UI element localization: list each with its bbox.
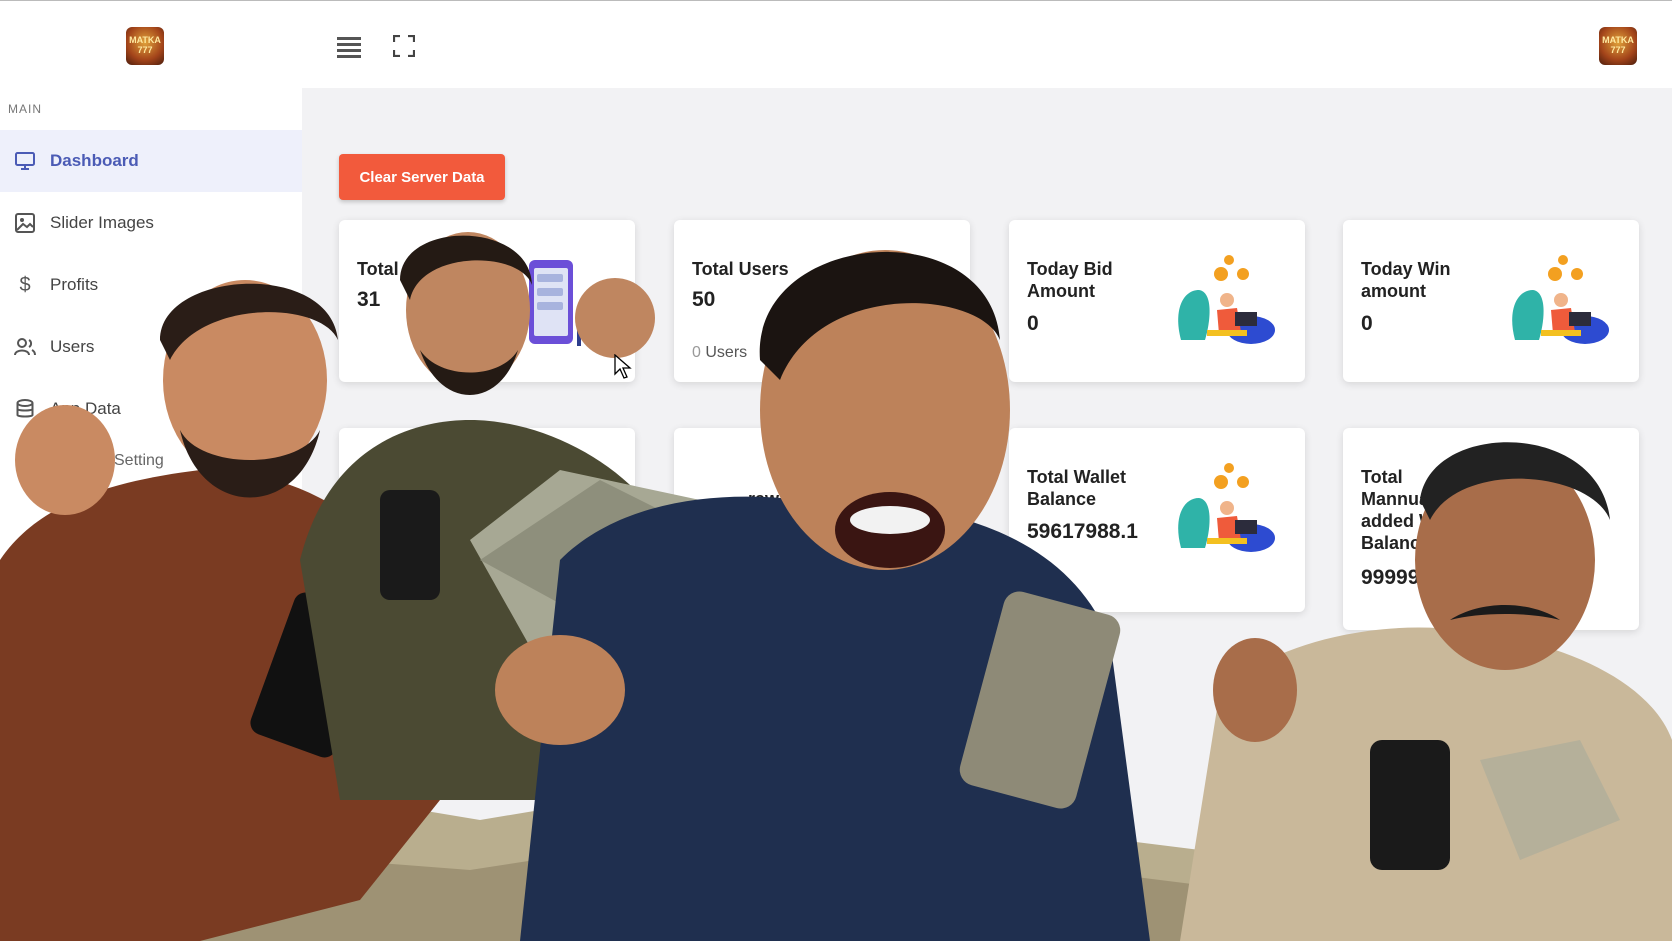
database-icon bbox=[14, 398, 36, 420]
sidebar: MAIN Dashboard Slider Images $ Profits U… bbox=[0, 88, 302, 941]
logo-text: MATKA 777 bbox=[129, 35, 161, 55]
card-title: Today Bid Amount bbox=[1027, 259, 1113, 301]
stat-card-total-manual-added-wallet-balance: Total Mannual added W Balance 99999 bbox=[1343, 428, 1639, 630]
sidebar-item-profits[interactable]: $ Profits bbox=[0, 254, 302, 316]
profile-avatar[interactable]: MATKA 777 bbox=[1599, 27, 1637, 65]
sidebar-item-users[interactable]: Users bbox=[0, 316, 302, 378]
sidebar-item-app-data[interactable]: App Data bbox=[0, 378, 302, 440]
stat-card-total-wallet-balance: Total Wallet Balance 59617988.1 bbox=[1009, 428, 1305, 612]
sidebar-item-slider-images[interactable]: Slider Images bbox=[0, 192, 302, 254]
person-laptop-illustration-icon bbox=[1512, 255, 1609, 344]
person-laptop-illustration-icon bbox=[1178, 255, 1275, 344]
card-value: 0 bbox=[1361, 312, 1373, 335]
users-icon bbox=[14, 336, 36, 358]
stat-card-total-m: Total M 31 bbox=[339, 220, 635, 382]
card-value: 59617988.1 bbox=[1027, 520, 1138, 543]
avatar-text: MATKA 777 bbox=[1602, 35, 1634, 55]
sidebar-item-label: Users bbox=[50, 337, 95, 356]
card-title: Today Win amount bbox=[1361, 259, 1451, 301]
fullscreen-icon[interactable] bbox=[393, 35, 415, 57]
monitor-icon bbox=[14, 150, 36, 172]
card-title: Total Wallet Balance bbox=[1027, 467, 1126, 509]
sidebar-section-label: MAIN bbox=[8, 102, 42, 116]
card-title: Total Mannual added W Balance bbox=[1361, 467, 1436, 553]
dollar-icon: $ bbox=[19, 273, 31, 296]
person-laptop-illustration-icon bbox=[1178, 463, 1275, 552]
card-title: Total Users bbox=[692, 259, 789, 279]
image-icon bbox=[14, 212, 36, 234]
app-logo[interactable]: MATKA 777 bbox=[126, 27, 164, 65]
sidebar-item-label: App Data bbox=[50, 399, 121, 418]
phone-illustration-icon bbox=[529, 260, 581, 346]
stat-card-today-bid-amount: Today Bid Amount 0 bbox=[1009, 220, 1305, 382]
stat-card-hidden-left bbox=[339, 428, 635, 608]
card-subtext: 0 Users bbox=[692, 344, 747, 362]
card-sub-label: Users bbox=[705, 344, 748, 361]
clear-server-data-button[interactable]: Clear Server Data bbox=[339, 154, 505, 200]
card-value: 50 bbox=[692, 288, 716, 311]
sidebar-item-label: Slider Images bbox=[50, 213, 154, 232]
sidebar-subitem-setting[interactable]: Setting bbox=[114, 452, 164, 470]
hamburger-menu-icon[interactable] bbox=[337, 37, 361, 58]
stat-card-withdraw: raw bbox=[674, 428, 970, 608]
top-bar: MATKA 777 MATKA 777 bbox=[0, 0, 1672, 88]
card-title: raw bbox=[748, 489, 780, 509]
stat-card-total-users: Total Users 50 0 Users bbox=[674, 220, 970, 382]
sidebar-item-label: Profits bbox=[50, 275, 99, 294]
card-value: 99999 bbox=[1361, 566, 1420, 589]
sidebar-item-dashboard[interactable]: Dashboard bbox=[0, 130, 302, 192]
card-value: 31 bbox=[357, 288, 381, 311]
card-title: Total M bbox=[357, 259, 419, 279]
card-sub-value: 0 bbox=[692, 344, 701, 361]
stat-card-today-win-amount: Today Win amount 0 bbox=[1343, 220, 1639, 382]
mouse-cursor-icon bbox=[614, 354, 632, 379]
sidebar-item-label: Dashboard bbox=[50, 151, 139, 170]
card-value: 0 bbox=[1027, 312, 1039, 335]
